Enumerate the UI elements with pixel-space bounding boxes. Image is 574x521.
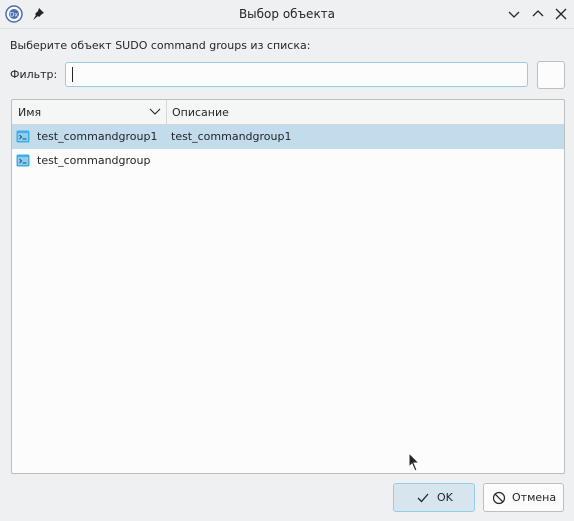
prompt-text: Выберите объект SUDO command groups из с… [10,39,311,52]
column-name-label: Имя [18,106,42,119]
text-caret [72,67,73,82]
close-button[interactable] [553,6,569,22]
minimize-button[interactable] [506,6,522,22]
ok-button[interactable]: OK [393,483,475,512]
cancel-icon [492,491,506,505]
window-title: Выбор объекта [238,7,336,21]
row-description: test_commandgroup1 [171,130,292,143]
command-group-icon [16,130,30,143]
column-header-name[interactable]: Имя [12,100,167,125]
maximize-button[interactable] [530,6,546,22]
list-header: Имя Описание [12,100,564,125]
cancel-button[interactable]: Отмена [483,483,564,512]
filter-options-button[interactable] [537,61,565,89]
mouse-cursor-icon [408,451,422,474]
row-name: test_commandgroup1 [37,130,158,143]
filter-input[interactable] [65,62,528,87]
list-row[interactable]: test_commandgroup [12,149,564,173]
checkmark-icon [416,491,430,505]
cancel-label: Отмена [512,491,557,504]
sort-chevron-down-icon [149,107,161,120]
row-name: test_commandgroup [37,154,151,167]
filter-label: Фильтр: [10,68,58,81]
ok-label: OK [437,491,453,504]
object-list[interactable]: Имя Описание test_commandgroup1 test_com… [11,99,565,474]
column-description-label: Описание [172,106,229,119]
command-group-icon [16,154,30,167]
title-bar: Dx Выбор объекта [0,0,574,29]
list-row[interactable]: test_commandgroup1 test_commandgroup1 [12,125,564,149]
